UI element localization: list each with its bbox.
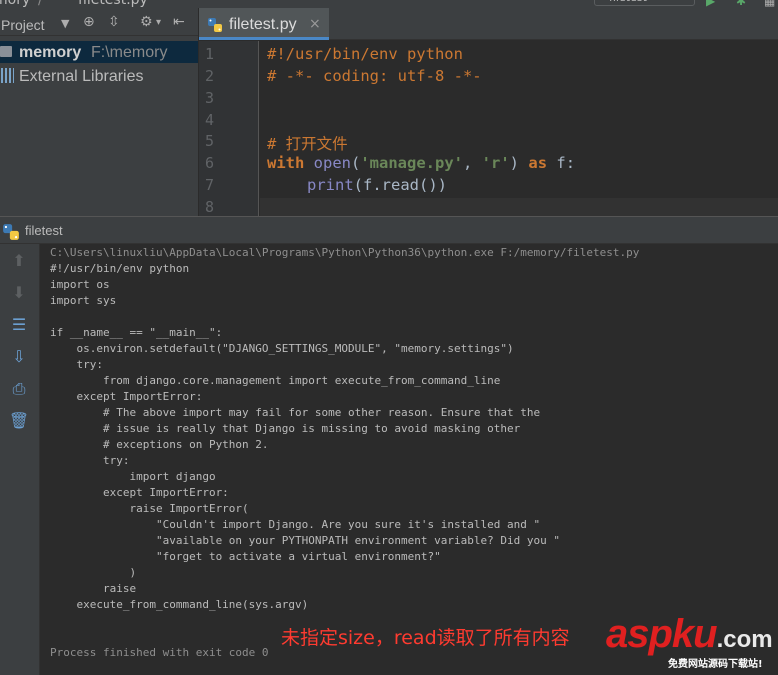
- watermark-logo: aspku.com: [606, 612, 773, 657]
- console-line: "Couldn't import Django. Are you sure it…: [50, 518, 541, 531]
- console-line: raise ImportError(: [50, 502, 249, 515]
- console-line: os.environ.setdefault("DJANGO_SETTINGS_M…: [50, 342, 514, 355]
- run-config-selector[interactable]: filetest: [594, 0, 695, 6]
- coverage-icon[interactable]: ▦: [764, 0, 775, 8]
- debug-icon[interactable]: ✱: [736, 0, 746, 8]
- title-bar: mory / filetest.py filetest ▶ ✱ ▦: [0, 0, 778, 8]
- tab-filetest-py-label: filetest.py: [229, 16, 297, 33]
- keyword-as: as: [528, 154, 548, 172]
- console-line: except ImportError:: [50, 486, 229, 499]
- line-number: 6: [205, 154, 215, 172]
- code-line-5[interactable]: # 打开文件: [267, 132, 348, 154]
- line-number: 8: [205, 198, 215, 216]
- code-line-7[interactable]: print(f.read()): [307, 176, 447, 194]
- chevron-down-icon[interactable]: ▾: [156, 17, 161, 28]
- builtin-print: print: [307, 176, 354, 194]
- run-tab-title[interactable]: filetest: [25, 223, 63, 238]
- console-line: ): [50, 566, 137, 579]
- string-literal: 'manage.py': [360, 154, 463, 172]
- run-panel-header: filetest: [0, 216, 778, 244]
- run-config-label: filetest: [609, 0, 647, 4]
- editor-panel: filetest.py × 1 2 3 4 5 6 7 8 #!/usr/bin…: [199, 8, 778, 216]
- line-number: 2: [205, 67, 215, 85]
- console-line: import sys: [50, 294, 117, 307]
- library-icon: [1, 68, 14, 83]
- console-line: "forget to activate a virtual environmen…: [50, 550, 441, 563]
- breadcrumb-file[interactable]: filetest.py: [78, 0, 148, 8]
- site-watermark: aspku.com 免费网站源码下载站!: [606, 612, 774, 672]
- trash-icon[interactable]: 🗑: [8, 410, 30, 432]
- paren: (: [351, 154, 361, 172]
- breadcrumb-project[interactable]: mory: [0, 0, 30, 8]
- console-line: "available on your PYTHONPATH environmen…: [50, 534, 560, 547]
- console-line: # exceptions on Python 2.: [50, 438, 269, 451]
- tab-filetest-py[interactable]: filetest.py ×: [199, 8, 329, 40]
- code-text: (f.read()): [353, 176, 447, 194]
- soft-wrap-icon[interactable]: ☰: [8, 314, 30, 336]
- collapse-all-icon[interactable]: ⇳: [108, 14, 120, 30]
- python-file-icon: [208, 18, 222, 32]
- line-number-gutter: 1 2 3 4 5 6 7 8: [199, 41, 259, 216]
- console-line: #!/usr/bin/env python: [50, 262, 190, 275]
- console-line: except ImportError:: [50, 390, 203, 403]
- comma: ,: [463, 154, 482, 172]
- close-icon[interactable]: ×: [309, 16, 321, 32]
- python-run-icon: [3, 224, 19, 240]
- string-literal: 'r': [481, 154, 510, 172]
- code-line-6[interactable]: with open('manage.py', 'r') as f:: [267, 154, 575, 172]
- console-line: raise: [50, 582, 137, 595]
- keyword-with: with: [267, 154, 305, 172]
- builtin-open: open: [313, 154, 351, 172]
- console-line: from django.core.management import execu…: [50, 374, 501, 387]
- console-line: if __name__ == "__main__":: [50, 326, 223, 339]
- paren: ): [509, 154, 520, 172]
- editor-tab-bar: filetest.py ×: [199, 8, 778, 40]
- line-number: 3: [205, 89, 215, 107]
- gear-icon[interactable]: ⚙: [140, 14, 153, 30]
- line-number: 1: [205, 45, 215, 63]
- tree-item-external-libraries-label: External Libraries: [19, 68, 144, 85]
- run-panel: filetest ⬆ ⬇ ☰ ⇩ ⎙ 🗑 C:\Users\linuxliu\A…: [0, 216, 778, 675]
- console-output[interactable]: C:\Users\linuxliu\AppData\Local\Programs…: [41, 244, 778, 675]
- arrow-up-icon[interactable]: ⬆: [8, 250, 30, 272]
- line-number: 7: [205, 176, 215, 194]
- line-number: 5: [205, 132, 215, 150]
- console-line: import django: [50, 470, 216, 483]
- hide-panel-icon[interactable]: ⇤: [173, 14, 185, 30]
- scroll-to-end-icon[interactable]: ⇩: [8, 346, 30, 368]
- code-line-1[interactable]: #!/usr/bin/env python: [267, 45, 463, 63]
- print-icon[interactable]: ⎙: [8, 378, 30, 400]
- code-text: f:: [547, 154, 576, 172]
- tree-item-memory-path: F:\memory: [91, 44, 168, 61]
- tree-item-memory-label: memory: [19, 44, 82, 61]
- console-line: C:\Users\linuxliu\AppData\Local\Programs…: [50, 246, 640, 259]
- watermark-brand: aspku: [606, 612, 718, 656]
- red-annotation-text: 未指定size，read读取了所有内容: [281, 627, 570, 649]
- line-number: 4: [205, 111, 215, 129]
- view-dropdown-icon[interactable]: ▼: [61, 17, 69, 30]
- project-panel: Project ▼ ⊕ ⇳ ⚙ ▾ ⇤ memory F:\memory Ext…: [0, 8, 198, 216]
- arrow-down-icon[interactable]: ⬇: [8, 282, 30, 304]
- watermark-tld: .com: [716, 626, 773, 653]
- code-line-2[interactable]: # -*- coding: utf-8 -*-: [267, 67, 482, 85]
- console-line: try:: [50, 454, 130, 467]
- project-panel-header: Project ▼ ⊕ ⇳ ⚙ ▾ ⇤: [0, 8, 198, 36]
- console-line: import os: [50, 278, 110, 291]
- tree-item-memory[interactable]: memory F:\memory: [0, 41, 198, 63]
- breadcrumb-separator: /: [38, 0, 43, 8]
- console-line: # issue is really that Django is missing…: [50, 422, 521, 435]
- run-icon[interactable]: ▶: [706, 0, 715, 8]
- console-line: try:: [50, 358, 103, 371]
- scroll-from-source-icon[interactable]: ⊕: [83, 14, 95, 30]
- folder-icon: [0, 46, 12, 57]
- console-line: # The above import may fail for some oth…: [50, 406, 541, 419]
- watermark-slogan: 免费网站源码下载站!: [668, 659, 763, 670]
- tree-item-external-libraries[interactable]: External Libraries: [0, 65, 198, 87]
- current-line-highlight: [260, 198, 778, 216]
- run-toolbar: ⬆ ⬇ ☰ ⇩ ⎙ 🗑: [0, 244, 40, 675]
- console-line: execute_from_command_line(sys.argv): [50, 598, 309, 611]
- console-exit-status: Process finished with exit code 0: [50, 646, 269, 659]
- project-view-title[interactable]: Project: [1, 17, 45, 33]
